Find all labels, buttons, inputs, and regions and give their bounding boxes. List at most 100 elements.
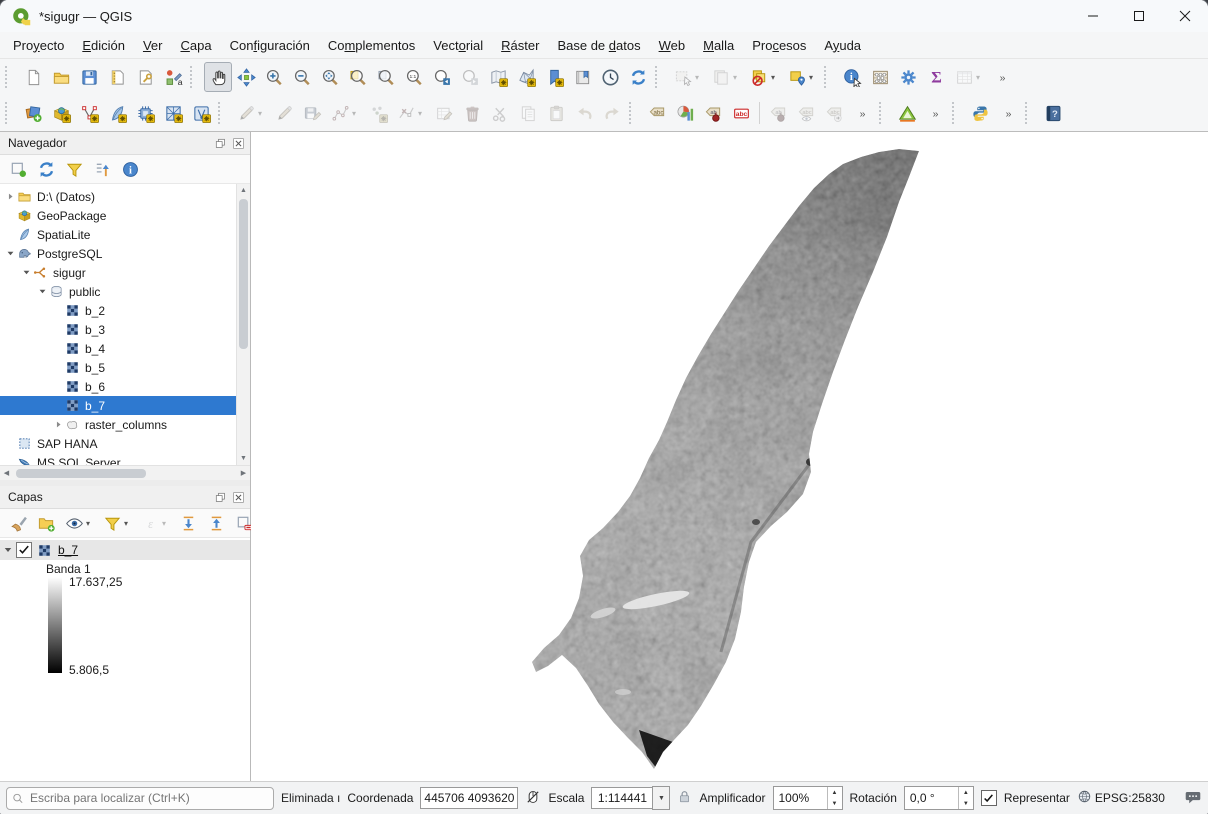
delete-selected-button[interactable] (458, 98, 486, 128)
browser-item-b_2[interactable]: b_2 (0, 301, 237, 320)
toolbar-grip[interactable] (879, 102, 889, 124)
vertex-tool-button[interactable]: ▾ (392, 98, 430, 128)
temporal-controller-button[interactable] (596, 62, 624, 92)
scale-dropdown[interactable]: ▼ (652, 786, 670, 810)
locator-search[interactable] (6, 787, 274, 810)
select-by-value-dropdown[interactable]: ▾ (809, 73, 817, 82)
field-calculator-button[interactable] (866, 62, 894, 92)
select-features-button[interactable]: ▾ (669, 62, 707, 92)
copy-features-button[interactable] (514, 98, 542, 128)
scroll-down-arrow[interactable]: ▼ (237, 452, 250, 465)
zoom-full-button[interactable] (316, 62, 344, 92)
new-scratch-layer-button[interactable] (187, 98, 215, 128)
options-button[interactable] (894, 62, 922, 92)
menu-malla[interactable]: Malla (694, 34, 743, 57)
grass-tools-button[interactable] (893, 98, 921, 128)
browser-float-button[interactable] (212, 135, 228, 151)
close-button[interactable] (1162, 0, 1208, 32)
new-project-button[interactable] (19, 62, 47, 92)
rotation-spinbox[interactable]: 0,0 ° ▲▼ (904, 786, 974, 810)
style-manager-button[interactable]: a (159, 62, 187, 92)
pan-map-button[interactable] (204, 62, 232, 92)
filter-legend-dropdown[interactable]: ▾ (124, 519, 132, 528)
coordinate-input[interactable]: 445706 4093620 (420, 787, 518, 809)
magnifier-down[interactable]: ▼ (828, 798, 842, 809)
expander-icon[interactable] (20, 268, 33, 277)
browser-horizontal-scrollbar[interactable]: ◀ ▶ (0, 465, 250, 480)
crs-status[interactable]: EPSG:25830 (1095, 791, 1165, 805)
add-selected-layers-button[interactable] (4, 156, 32, 182)
zoom-in-button[interactable] (260, 62, 288, 92)
open-layer-styling-button[interactable] (4, 510, 32, 536)
browser-item-sigugr[interactable]: sigugr (0, 263, 237, 282)
collapse-all-layers-button[interactable] (202, 510, 230, 536)
select-features-dropdown[interactable]: ▾ (695, 73, 703, 82)
lock-scale-icon[interactable] (677, 789, 692, 807)
menu-edicin[interactable]: Edición (73, 34, 134, 57)
toolbar-grip[interactable] (5, 102, 15, 124)
menu-configuracin[interactable]: Configuración (221, 34, 319, 57)
new-map-view-button[interactable] (484, 62, 512, 92)
toolbar-grip[interactable] (952, 102, 962, 124)
expander-icon[interactable] (4, 192, 17, 201)
layers-close-button[interactable] (230, 489, 246, 505)
new-geopackage-layer-button[interactable] (47, 98, 75, 128)
layer-expander-icon[interactable] (0, 545, 16, 555)
statistical-summary-button[interactable]: Σ (922, 62, 950, 92)
scroll-thumb[interactable] (239, 199, 248, 349)
refresh-browser-button[interactable] (32, 156, 60, 182)
new-spatialite-layer-button[interactable] (103, 98, 131, 128)
browser-item-geopackage[interactable]: GeoPackage (0, 206, 237, 225)
current-edits-dropdown[interactable]: ▾ (258, 109, 266, 118)
browser-item-b_3[interactable]: b_3 (0, 320, 237, 339)
render-checkbox[interactable] (981, 790, 997, 806)
select-by-value-button[interactable]: ▾ (783, 62, 821, 92)
map-canvas[interactable] (251, 132, 1208, 781)
new-spatial-bookmark-button[interactable] (540, 62, 568, 92)
properties-widget-button[interactable]: i (116, 156, 144, 182)
show-layout-manager-button[interactable] (131, 62, 159, 92)
filter-legend-button[interactable]: ▾ (98, 510, 136, 536)
toolbar-grip[interactable] (655, 66, 665, 88)
browser-item-b_7[interactable]: b_7 (0, 396, 237, 415)
identify-features-button[interactable]: i (838, 62, 866, 92)
menu-rster[interactable]: Ráster (492, 34, 548, 57)
messages-button[interactable] (1184, 788, 1202, 809)
layer-visibility-checkbox[interactable] (16, 542, 32, 558)
zoom-next-button[interactable] (456, 62, 484, 92)
collapse-all-button[interactable] (88, 156, 116, 182)
expander-icon[interactable] (52, 420, 65, 429)
scroll-left-arrow[interactable]: ◀ (0, 467, 13, 480)
magnifier-value[interactable]: 100% (774, 787, 827, 809)
menu-proyecto[interactable]: Proyecto (4, 34, 73, 57)
layer-labeling-options-button[interactable]: abc (643, 98, 671, 128)
filter-by-expression-button[interactable]: ε▾ (136, 510, 174, 536)
filter-browser-button[interactable] (60, 156, 88, 182)
pin-labels-button[interactable]: ab (699, 98, 727, 128)
python-console-button[interactable] (966, 98, 994, 128)
attribute-table-dropdown[interactable]: ▾ (976, 73, 984, 82)
plugins-overflow-button[interactable]: » (994, 98, 1022, 128)
redo-button[interactable] (598, 98, 626, 128)
menu-ver[interactable]: Ver (134, 34, 172, 57)
browser-item-postgresql[interactable]: PostgreSQL (0, 244, 237, 263)
digitize-feature-dropdown[interactable]: ▾ (352, 109, 360, 118)
manage-visibility-button[interactable]: ▾ (60, 510, 98, 536)
save-edits-button[interactable] (298, 98, 326, 128)
new-3d-map-view-button[interactable] (512, 62, 540, 92)
zoom-native-resolution-button[interactable]: 1:1 (400, 62, 428, 92)
minimize-button[interactable] (1070, 0, 1116, 32)
save-project-button[interactable] (75, 62, 103, 92)
crs-globe-icon[interactable] (1077, 789, 1092, 807)
paste-features-button[interactable] (542, 98, 570, 128)
new-shapefile-layer-button[interactable] (75, 98, 103, 128)
menu-web[interactable]: Web (650, 34, 695, 57)
label-toolbar-overflow-button[interactable]: » (848, 98, 876, 128)
help-button[interactable]: ? (1039, 98, 1067, 128)
browser-item-ms-sql-server[interactable]: MS SQL Server (0, 453, 237, 465)
toolbar-grip[interactable] (190, 66, 200, 88)
rotation-value[interactable]: 0,0 ° (905, 787, 958, 809)
scroll-right-arrow[interactable]: ▶ (237, 467, 250, 480)
expander-icon[interactable] (4, 249, 17, 258)
zoom-to-layer-button[interactable] (372, 62, 400, 92)
